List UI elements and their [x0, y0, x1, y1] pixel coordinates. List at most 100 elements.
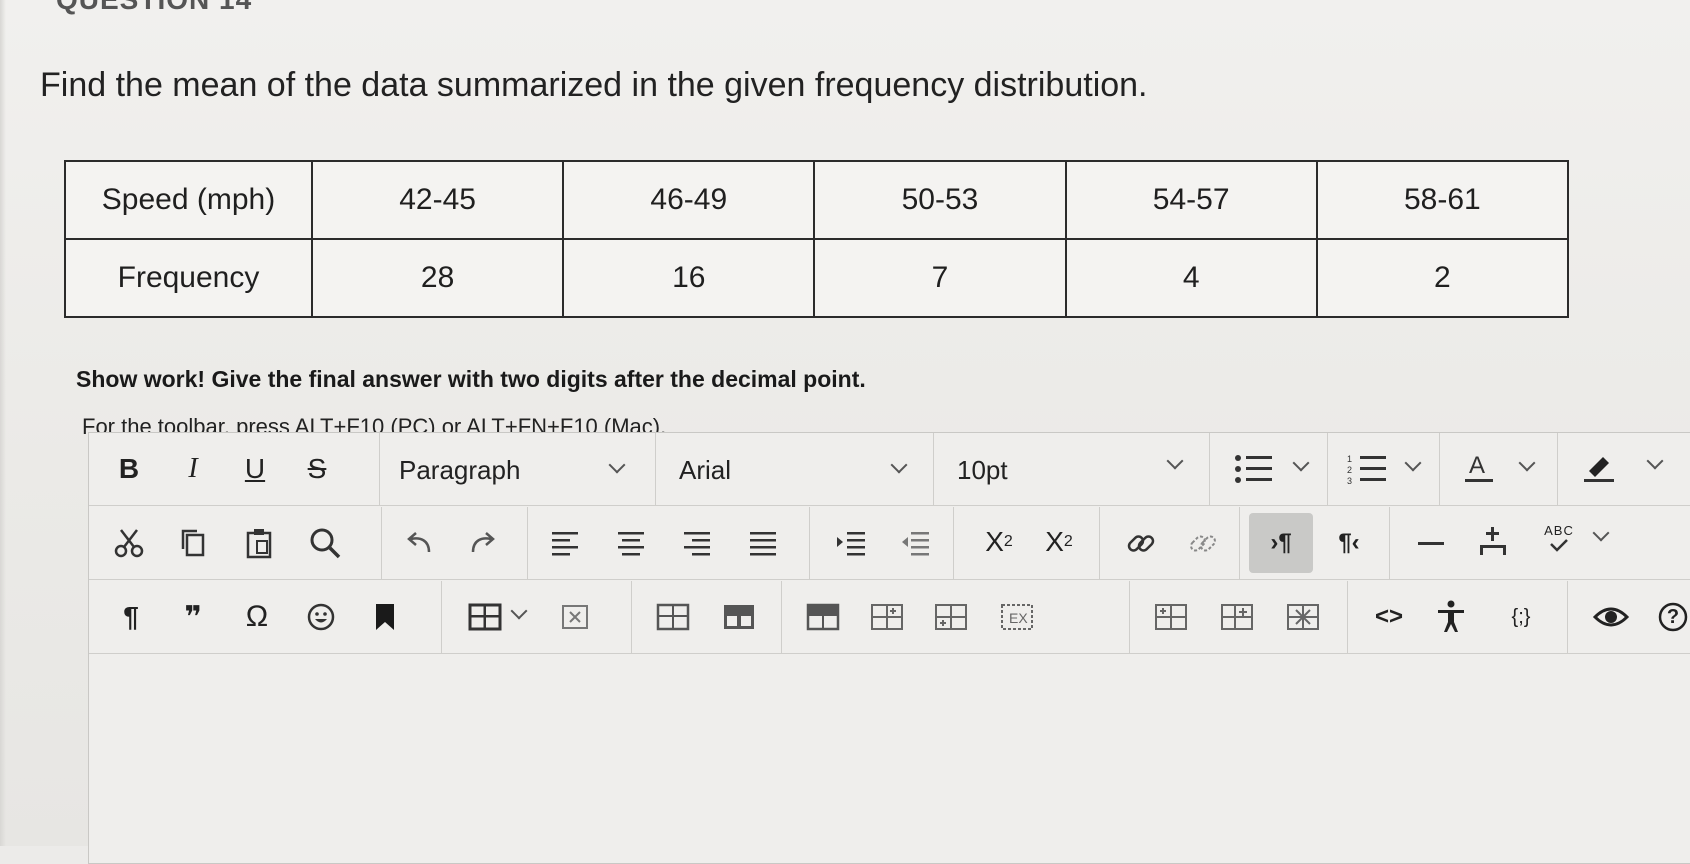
- text-color-button[interactable]: A: [1439, 433, 1558, 505]
- pilcrow-button[interactable]: ¶: [111, 599, 151, 635]
- checkmark-icon: [1550, 538, 1568, 552]
- insert-plus-minus-icon[interactable]: [1473, 521, 1513, 561]
- link-icon[interactable]: [1121, 523, 1161, 563]
- ltr-button[interactable]: ›¶: [1249, 513, 1313, 573]
- insert-misc-group: ABC: [1389, 507, 1690, 579]
- delete-row-icon[interactable]: [929, 597, 973, 637]
- bullet-list-button[interactable]: [1209, 433, 1328, 505]
- help-icon[interactable]: ?: [1653, 597, 1690, 637]
- subscript-button[interactable]: X2: [1035, 521, 1083, 563]
- cut-icon[interactable]: [109, 523, 149, 563]
- underline-button[interactable]: U: [237, 451, 273, 487]
- insert-column-icon[interactable]: EX: [995, 597, 1039, 637]
- table-cell: 46-49: [562, 160, 816, 240]
- align-justify-icon[interactable]: [745, 525, 781, 561]
- rtl-button[interactable]: ¶‹: [1323, 521, 1375, 565]
- text-color-icon: A: [1459, 447, 1499, 487]
- bullet-list-icon: [1231, 449, 1275, 489]
- chevron-down-icon: [1404, 454, 1422, 472]
- font-size-dropdown[interactable]: 10pt: [933, 433, 1210, 505]
- bold-button[interactable]: B: [111, 451, 147, 487]
- table-column-group: [1129, 581, 1348, 653]
- strikethrough-button[interactable]: S: [299, 451, 335, 487]
- insert-symbols-group: ¶ ❞ Ω: [89, 581, 442, 653]
- table-cell-props-icon[interactable]: [717, 597, 761, 637]
- indent-icon[interactable]: [831, 525, 871, 561]
- history-group: [381, 507, 528, 579]
- code-sample-button[interactable]: {;}: [1495, 597, 1547, 637]
- help-label: ?: [1666, 605, 1680, 628]
- svg-text:A: A: [1469, 452, 1485, 479]
- bookmark-icon[interactable]: [365, 597, 405, 637]
- undo-icon[interactable]: [399, 523, 439, 563]
- horizontal-line-icon[interactable]: [1411, 523, 1451, 563]
- special-character-button[interactable]: Ω: [237, 599, 277, 635]
- toolbar-row-1: B I U S Paragraph Arial 10pt 123 A: [89, 433, 1690, 506]
- subscript-mark: 2: [1063, 533, 1073, 550]
- delete-table-icon[interactable]: [555, 597, 595, 637]
- table-cell: 16: [562, 238, 816, 318]
- link-group: [1099, 507, 1240, 579]
- table-icon[interactable]: [461, 597, 509, 637]
- chevron-down-icon: [1646, 452, 1664, 470]
- align-right-icon[interactable]: [679, 525, 715, 561]
- numbered-list-button[interactable]: 123: [1327, 433, 1440, 505]
- chevron-down-icon: [890, 456, 908, 474]
- table-cell: 7: [813, 238, 1067, 318]
- block-format-dropdown[interactable]: Paragraph: [379, 433, 656, 505]
- align-center-icon[interactable]: [613, 525, 649, 561]
- search-icon[interactable]: [305, 523, 345, 563]
- table-header-frequency: Frequency: [64, 238, 313, 318]
- source-code-button[interactable]: <>: [1367, 597, 1411, 637]
- table-row-frequency: Frequency 28 16 7 4 2: [64, 238, 1570, 318]
- text-style-group: B I U S: [89, 433, 380, 505]
- font-family-dropdown[interactable]: Arial: [655, 433, 934, 505]
- emoji-icon[interactable]: [301, 597, 341, 637]
- chevron-down-icon: [510, 602, 528, 620]
- redo-icon[interactable]: [463, 523, 503, 563]
- outdent-icon[interactable]: [895, 525, 935, 561]
- svg-text:1: 1: [1347, 454, 1352, 464]
- font-family-value: Arial: [679, 455, 732, 485]
- spellcheck-button[interactable]: ABC: [1535, 513, 1583, 561]
- accessibility-icon[interactable]: [1429, 595, 1473, 637]
- svg-text:2: 2: [1347, 465, 1352, 475]
- instructions-text: Show work! Give the final answer with tw…: [76, 366, 866, 392]
- table-group: [441, 581, 632, 653]
- editor-content-area[interactable]: [89, 655, 1690, 863]
- blockquote-button[interactable]: ❞: [173, 599, 213, 635]
- svg-text:3: 3: [1347, 476, 1352, 486]
- highlighter-icon: [1577, 447, 1621, 487]
- copy-icon[interactable]: [173, 523, 213, 563]
- column-after-icon[interactable]: [1215, 597, 1259, 637]
- insert-row-before-icon[interactable]: [801, 597, 845, 637]
- delete-column-icon[interactable]: [1281, 597, 1325, 637]
- table-row-speed: Speed (mph) 42-45 46-49 50-53 54-57 58-6…: [64, 160, 1570, 240]
- superscript-button[interactable]: X2: [975, 521, 1023, 563]
- table-cell: 50-53: [813, 160, 1067, 240]
- table-cell: 4: [1064, 238, 1318, 318]
- superscript-mark: 2: [1003, 533, 1013, 550]
- script-group: X2 X2: [953, 507, 1100, 579]
- align-left-icon[interactable]: [547, 525, 583, 561]
- svg-text:EX: EX: [1009, 610, 1028, 626]
- font-size-value: 10pt: [957, 455, 1008, 485]
- table-row-props-icon[interactable]: [651, 597, 695, 637]
- chevron-down-icon: [608, 456, 626, 474]
- chevron-down-icon: [1166, 452, 1184, 470]
- table-cell: 2: [1315, 238, 1570, 318]
- table-header-speed: Speed (mph): [64, 160, 313, 240]
- preview-eye-icon[interactable]: [1589, 597, 1633, 637]
- paste-icon[interactable]: [239, 523, 279, 563]
- table-cell: 58-61: [1315, 160, 1570, 240]
- unlink-icon[interactable]: [1183, 523, 1223, 563]
- spellcheck-label: ABC: [1544, 522, 1574, 538]
- indent-group: [809, 507, 954, 579]
- insert-row-after-icon[interactable]: [865, 597, 909, 637]
- highlight-color-button[interactable]: [1557, 433, 1690, 505]
- column-before-icon[interactable]: [1149, 597, 1193, 637]
- rich-text-editor: B I U S Paragraph Arial 10pt 123 A X 2 X…: [88, 432, 1690, 864]
- frequency-table: Speed (mph) 42-45 46-49 50-53 54-57 58-6…: [64, 160, 1570, 318]
- italic-button[interactable]: I: [175, 451, 211, 487]
- table-cell: 42-45: [310, 160, 565, 240]
